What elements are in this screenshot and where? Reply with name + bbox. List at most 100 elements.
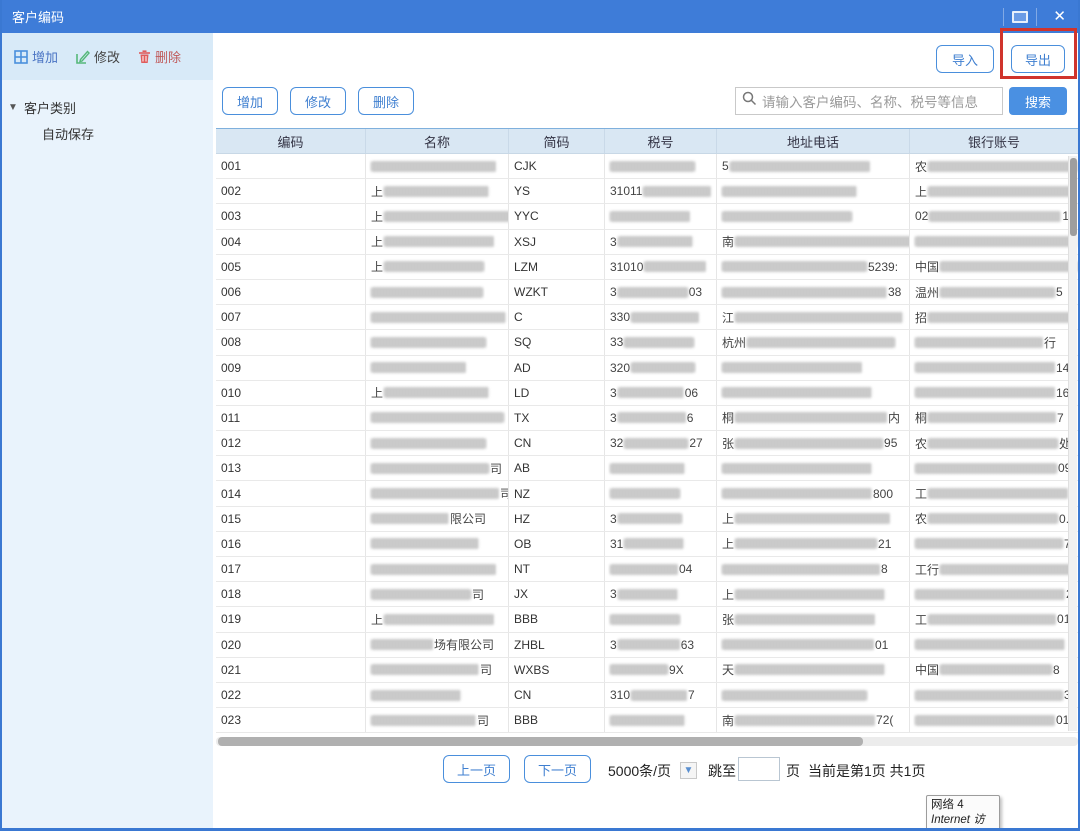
cell-code: 014 — [216, 481, 366, 506]
redacted-text — [928, 488, 1069, 500]
table-row[interactable]: 019 上 BBB 张 工 01 — [216, 607, 1078, 633]
table-row[interactable]: 010 上 LD 3 06 16 — [216, 380, 1078, 406]
visible-fragment: 27 — [689, 436, 703, 451]
table-row[interactable]: 021 司 WXBS 9X 天 中国 8 — [216, 657, 1078, 683]
redacted-text — [915, 689, 1063, 701]
redacted-text — [735, 538, 878, 550]
delete-button[interactable]: 删除 — [358, 87, 414, 115]
window-title: 客户编码 — [12, 10, 65, 25]
column-header-addr[interactable]: 地址电话 — [717, 129, 910, 153]
sidebar-delete-button[interactable]: 删除 — [138, 47, 181, 66]
visible-fragment: 63 — [680, 637, 695, 652]
cell-tax: 3 03 — [605, 279, 717, 305]
visible-fragment: 限公司 — [450, 512, 487, 527]
cell-name — [366, 330, 509, 355]
column-header-name[interactable]: 名称 — [366, 129, 509, 153]
redacted-text — [610, 488, 680, 500]
table-row[interactable]: 003 上 YYC 0210 — [216, 204, 1078, 230]
visible-fragment: 330 — [610, 310, 631, 325]
cell-addr: 8 — [717, 557, 910, 582]
redacted-text — [915, 588, 1065, 600]
cell-bank: 148 — [910, 356, 1078, 380]
redacted-text — [371, 462, 489, 474]
table-row[interactable]: 008 SQ 33 杭州 行 — [216, 330, 1078, 356]
tree-node-customer-category[interactable]: ▼ 客户类别 — [2, 94, 213, 120]
table-row[interactable]: 007 C 330 江 招 — [216, 305, 1078, 331]
chevron-down-icon[interactable]: ▼ — [2, 102, 24, 113]
table-row[interactable]: 015 限公司 HZ 3 上 农 0. — [216, 506, 1078, 532]
prev-page-button[interactable]: 上一页 — [443, 755, 510, 783]
redacted-text — [631, 311, 700, 323]
edit-button[interactable]: 修改 — [290, 87, 346, 115]
import-button[interactable]: 导入 — [936, 45, 994, 73]
cell-short: AD — [509, 355, 605, 380]
page-size-dropdown[interactable]: ▼ — [680, 762, 697, 779]
cell-name: 上 — [366, 254, 509, 279]
visible-fragment: 06 — [684, 385, 699, 400]
redacted-text — [631, 362, 696, 374]
sidebar-add-button[interactable]: 增加 — [14, 47, 58, 66]
cell-addr — [717, 682, 910, 708]
cell-bank: 0210 — [910, 204, 1078, 228]
visible-fragment: 司 — [472, 587, 485, 602]
add-button[interactable]: 增加 — [222, 87, 278, 115]
cell-name — [366, 431, 509, 456]
redacted-text — [940, 286, 1056, 298]
redacted-text — [643, 185, 712, 197]
table-row[interactable]: 006 WZKT 3 03 38 温州 5 — [216, 279, 1078, 306]
table-row[interactable]: 014 司NZ 800 工 — [216, 481, 1078, 507]
vertical-scrollbar-thumb[interactable] — [1070, 158, 1077, 236]
jump-page-input[interactable] — [738, 757, 780, 781]
visible-fragment: 8 — [1053, 662, 1060, 677]
tree-node-autosave[interactable]: 自动保存 — [2, 120, 213, 146]
column-header-tax[interactable]: 税号 — [605, 129, 717, 153]
cell-bank: 上 — [910, 179, 1078, 203]
table-row[interactable]: 001 CJK 5 农 — [216, 154, 1078, 180]
divider — [1003, 7, 1005, 26]
cell-addr: 01 — [717, 632, 910, 657]
cell-name — [366, 682, 509, 708]
redacted-text — [915, 336, 1043, 348]
cell-short: ZHBL — [509, 632, 605, 657]
visible-fragment: 5 — [1056, 285, 1063, 300]
category-tree: ▼ 客户类别 自动保存 — [2, 80, 213, 146]
cell-code: 022 — [216, 682, 366, 708]
cell-bank: 农 — [910, 154, 1078, 178]
horizontal-scrollbar[interactable] — [216, 737, 1078, 746]
maximize-button[interactable] — [1012, 10, 1029, 23]
column-header-bank[interactable]: 银行账号 — [910, 129, 1078, 153]
table-row[interactable]: 020 场有限公司 ZHBL 3 63 01 — [216, 632, 1078, 658]
redacted-text — [915, 362, 1055, 374]
table-row[interactable]: 017 NT 04 8 工行 — [216, 557, 1078, 583]
redacted-text — [617, 412, 686, 424]
visible-fragment: 行 — [1044, 335, 1057, 350]
table-row[interactable]: 011 TX 3 6 桐内桐 7 — [216, 405, 1078, 432]
horizontal-scrollbar-thumb[interactable] — [218, 737, 863, 746]
redacted-text — [722, 639, 874, 651]
cell-bank: 农处 — [910, 431, 1078, 455]
table-row[interactable]: 018 司 JX 3 上 2 — [216, 582, 1078, 608]
vertical-scrollbar[interactable] — [1068, 156, 1077, 731]
redacted-text — [617, 639, 680, 651]
search-input[interactable]: 请输入客户编码、名称、税号等信息 — [735, 87, 1003, 115]
table-row[interactable]: 002 上 YS 31011 上 — [216, 179, 1078, 205]
table-row[interactable]: 012 CN 32 27 张 95 农处 — [216, 431, 1078, 457]
column-header-short[interactable]: 简码 — [509, 129, 605, 153]
sidebar-edit-button[interactable]: 修改 — [76, 47, 120, 66]
table-row[interactable]: 022 CN 310 7 3 — [216, 682, 1078, 709]
cell-name: 司 — [366, 456, 509, 481]
column-header-code[interactable]: 编码 — [216, 129, 366, 153]
table-row[interactable]: 009 AD 320 148 — [216, 355, 1078, 381]
cell-short: LZM — [509, 254, 605, 279]
search-button[interactable]: 搜索 — [1009, 87, 1067, 115]
next-page-button[interactable]: 下一页 — [524, 755, 591, 783]
table-row[interactable]: 013 司 AB 09 — [216, 456, 1078, 482]
table-row[interactable]: 016 OB 31 上 21 7 — [216, 531, 1078, 557]
table-row[interactable]: 005 上 LZM 31010 5239: 中国 — [216, 254, 1078, 280]
redacted-text — [371, 639, 433, 651]
table-row[interactable]: 023 司 BBB 南 72(01 — [216, 708, 1078, 734]
visible-fragment: 上 — [371, 235, 384, 250]
cell-bank: 农 0. — [910, 507, 1078, 531]
cell-code: 007 — [216, 305, 366, 330]
table-row[interactable]: 004 上 XSJ 3 南 — [216, 229, 1078, 255]
